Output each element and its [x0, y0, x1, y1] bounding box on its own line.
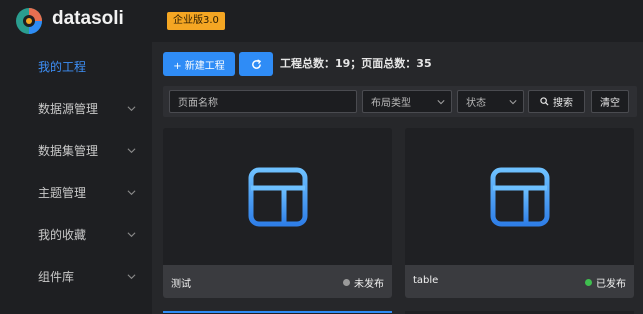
- layout-type-placeholder: 布局类型: [371, 98, 411, 109]
- sidebar: 我的工程 数据源管理 数据集管理 主题管理 我的收藏 组件库: [0, 42, 152, 314]
- status-dot-icon: [585, 279, 592, 286]
- card-name: 测试: [171, 279, 191, 290]
- status-select[interactable]: 状态: [457, 90, 524, 113]
- sidebar-item-label: 我的工程: [38, 59, 87, 74]
- layout-template-icon: [248, 167, 307, 226]
- card-footer: 测试 未发布: [163, 265, 392, 298]
- sidebar-item-favorites[interactable]: 我的收藏: [0, 213, 152, 255]
- new-project-button[interactable]: + 新建工程: [163, 52, 235, 76]
- brand-name: datasoli: [52, 8, 124, 29]
- search-button-label: 搜索: [553, 98, 573, 109]
- search-button[interactable]: 搜索: [528, 90, 585, 113]
- sidebar-item-components[interactable]: 组件库: [0, 255, 152, 297]
- sidebar-item-my-projects[interactable]: 我的工程: [0, 45, 152, 87]
- status-badge: 未发布: [343, 275, 384, 290]
- edition-badge: 企业版3.0: [167, 12, 225, 30]
- filter-bar: 页面名称 布局类型 状态 搜索 清空: [163, 86, 637, 117]
- sidebar-item-label: 我的收藏: [38, 227, 87, 242]
- card-thumbnail: [405, 128, 634, 265]
- chevron-down-icon: [127, 274, 136, 280]
- top-bar: datasoli 企业版3.0: [0, 0, 643, 42]
- sidebar-item-dataset[interactable]: 数据集管理: [0, 129, 152, 171]
- clear-button[interactable]: 清空: [591, 90, 629, 113]
- chevron-down-icon: [127, 106, 136, 112]
- refresh-button[interactable]: [239, 52, 273, 76]
- sidebar-item-datasource[interactable]: 数据源管理: [0, 87, 152, 129]
- app-window: datasoli 企业版3.0 我的工程 数据源管理 数据集管理 主题管理 我的…: [0, 0, 643, 314]
- layout-type-select[interactable]: 布局类型: [362, 90, 452, 113]
- sidebar-item-label: 主题管理: [38, 185, 87, 200]
- status-label: 未发布: [354, 279, 384, 290]
- status-label: 已发布: [596, 279, 626, 290]
- project-card[interactable]: 测试 未发布: [163, 128, 392, 298]
- chevron-down-icon: [127, 232, 136, 238]
- sidebar-item-label: 组件库: [38, 269, 75, 284]
- chevron-down-icon: [127, 148, 136, 154]
- datasoli-logo-icon: [16, 8, 42, 34]
- layout-template-icon: [490, 167, 549, 226]
- sidebar-item-label: 数据源管理: [38, 101, 99, 116]
- status-badge: 已发布: [585, 275, 626, 290]
- card-footer: table 已发布: [405, 265, 634, 298]
- sidebar-item-label: 数据集管理: [38, 143, 99, 158]
- project-card[interactable]: table 已发布: [405, 128, 634, 298]
- sidebar-item-theme[interactable]: 主题管理: [0, 171, 152, 213]
- page-name-input[interactable]: 页面名称: [169, 90, 357, 113]
- chevron-down-icon: [437, 100, 445, 105]
- main-content: + 新建工程 工程总数：19；页面总数：35 页面名称 布局类型 状态 搜索 清…: [152, 42, 643, 314]
- card-thumbnail: [163, 128, 392, 265]
- chevron-down-icon: [127, 190, 136, 196]
- refresh-icon: [251, 58, 261, 69]
- card-name: table: [413, 275, 439, 286]
- search-icon: [540, 97, 549, 106]
- chevron-down-icon: [509, 100, 517, 105]
- project-totals: 工程总数：19；页面总数：35: [280, 57, 432, 70]
- status-placeholder: 状态: [466, 98, 486, 109]
- status-dot-icon: [343, 279, 350, 286]
